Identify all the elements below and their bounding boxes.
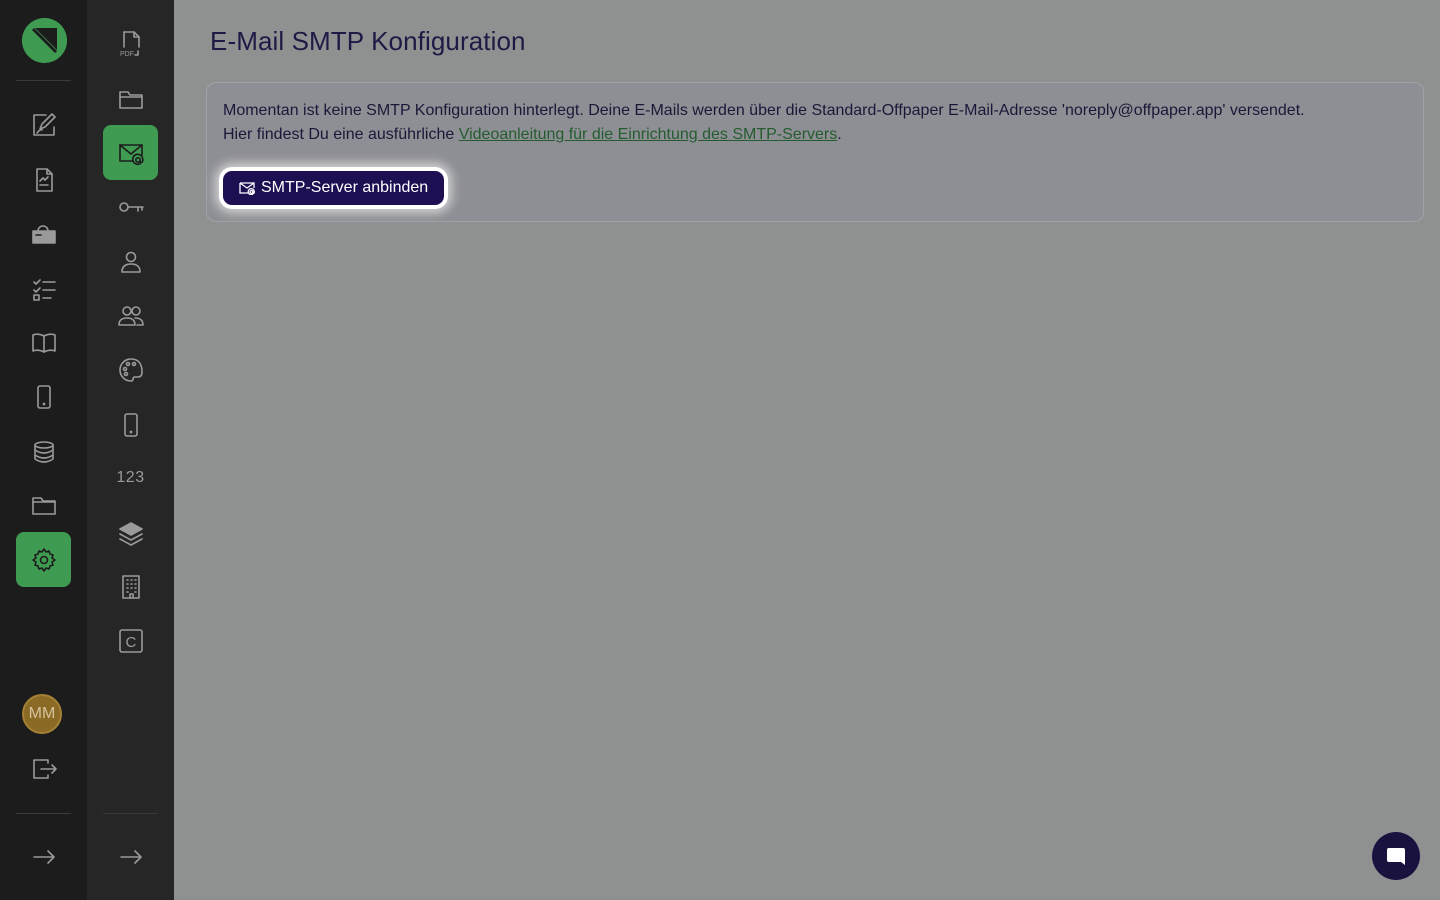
divider	[16, 80, 71, 81]
book-icon	[31, 332, 56, 353]
phone-icon	[123, 412, 138, 437]
primary-sidebar: MM	[0, 0, 87, 900]
smtp-info-text: Momentan ist keine SMTP Konfiguration hi…	[223, 102, 1305, 119]
palette-icon	[118, 357, 143, 382]
app-logo[interactable]	[22, 18, 67, 63]
nav-item-mobile[interactable]	[16, 369, 71, 424]
user-icon	[120, 251, 141, 273]
arrow-right-icon	[119, 849, 142, 864]
logout-icon	[32, 758, 57, 779]
nav-item-keys[interactable]	[103, 179, 158, 234]
nav-item-database[interactable]	[16, 424, 71, 479]
database-icon	[33, 440, 54, 463]
chat-icon	[1387, 848, 1405, 865]
pdf-icon: PDF	[120, 30, 140, 58]
main-content: E-Mail SMTP Konfiguration Momentan ist k…	[174, 0, 1440, 900]
key-icon	[118, 201, 144, 212]
email-at-icon	[118, 143, 144, 165]
smtp-guide-text: Hier findest Du eine ausführliche Videoa…	[223, 126, 842, 144]
nav-item-pdf[interactable]: PDF	[103, 16, 158, 71]
nav-item-users[interactable]	[103, 288, 158, 343]
email-at-icon	[239, 182, 255, 195]
building-icon	[121, 574, 140, 599]
nav-item-tasks[interactable]	[16, 261, 71, 316]
expand-secondary-sidebar-button[interactable]	[103, 829, 158, 884]
mailbox-icon	[31, 224, 56, 244]
nav-item-files[interactable]	[16, 477, 71, 532]
nav-item-app[interactable]	[103, 397, 158, 452]
nav-item-knowledge[interactable]	[16, 315, 71, 370]
svg-text:PDF: PDF	[120, 51, 134, 58]
logo-icon	[22, 18, 67, 63]
nav-item-user[interactable]	[103, 234, 158, 289]
checklist-icon	[32, 278, 56, 301]
users-icon	[117, 305, 144, 326]
user-avatar[interactable]: MM	[22, 694, 62, 734]
connect-smtp-label: SMTP-Server anbinden	[261, 179, 429, 196]
divider	[103, 813, 158, 814]
nav-item-editor[interactable]	[16, 97, 71, 152]
edit-document-icon	[32, 112, 56, 136]
document-icon	[35, 167, 53, 192]
divider	[16, 813, 71, 814]
video-guide-link[interactable]: Videoanleitung für die Einrichtung des S…	[459, 126, 838, 143]
nav-item-email-smtp[interactable]	[103, 125, 158, 180]
letter-c-icon: C	[118, 628, 143, 653]
logout-button[interactable]	[16, 741, 71, 796]
expand-sidebar-button[interactable]	[16, 829, 71, 884]
nav-item-c[interactable]: C	[103, 613, 158, 668]
nav-item-folder[interactable]	[103, 71, 158, 126]
folder-icon	[118, 90, 143, 109]
smtp-info-card: Momentan ist keine SMTP Konfiguration hi…	[206, 82, 1424, 222]
guide-suffix: .	[837, 126, 842, 143]
secondary-sidebar: PDF 123 C	[87, 0, 174, 900]
nav-item-mailbox[interactable]	[16, 207, 71, 262]
connect-smtp-button[interactable]: SMTP-Server anbinden	[223, 171, 445, 205]
guide-prefix: Hier findest Du eine ausführliche	[223, 126, 459, 143]
folder-icon	[31, 496, 56, 515]
arrow-right-icon	[32, 849, 55, 864]
nav-item-layers[interactable]	[103, 505, 158, 560]
chat-launcher-button[interactable]	[1372, 832, 1420, 880]
layers-icon	[118, 521, 143, 546]
svg-text:C: C	[125, 634, 136, 651]
gear-icon	[31, 547, 56, 572]
page-title: E-Mail SMTP Konfiguration	[210, 26, 526, 56]
nav-item-company[interactable]	[103, 559, 158, 614]
nav-item-design[interactable]	[103, 342, 158, 397]
phone-icon	[36, 384, 51, 409]
nav-item-documents[interactable]	[16, 152, 71, 207]
nav-item-numbering[interactable]: 123	[103, 450, 158, 505]
nav-item-settings[interactable]	[16, 532, 71, 587]
numbers-icon: 123	[116, 468, 145, 486]
